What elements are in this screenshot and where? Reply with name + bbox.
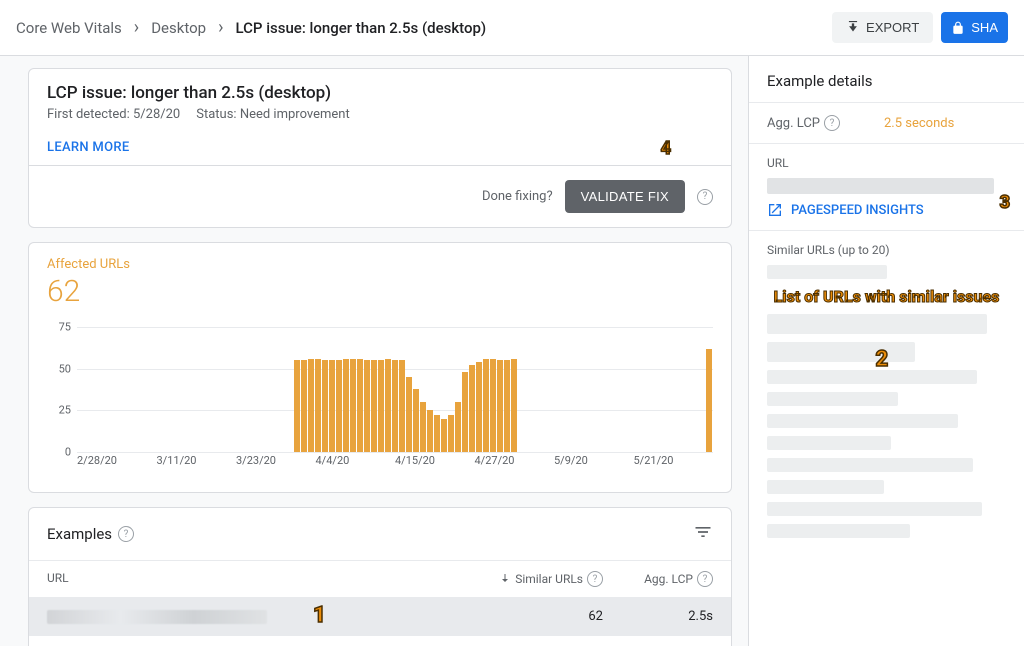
table-row[interactable]: 1 62 2.5s <box>29 597 731 636</box>
url-value-redacted <box>767 178 994 194</box>
url-cell-redacted <box>47 610 267 624</box>
main-content: LCP issue: longer than 2.5s (desktop) Fi… <box>0 56 748 646</box>
col-similar[interactable]: Similar URLs ? <box>473 571 603 587</box>
header-bar: Core Web Vitals › Desktop › LCP issue: l… <box>0 0 1024 56</box>
panel-title: Example details <box>749 56 1024 102</box>
list-item <box>767 414 958 428</box>
list-item <box>767 458 973 472</box>
share-label: SHA <box>971 20 998 35</box>
affected-label: Affected URLs <box>47 257 713 272</box>
list-item <box>767 524 910 538</box>
done-fixing-label: Done fixing? <box>482 189 553 204</box>
breadcrumb-root[interactable]: Core Web Vitals <box>16 19 122 37</box>
list-item <box>767 436 891 450</box>
help-icon[interactable]: ? <box>697 571 713 587</box>
col-url[interactable]: URL <box>47 571 473 587</box>
breadcrumb-level-desktop[interactable]: Desktop <box>151 19 206 37</box>
list-item <box>767 392 898 406</box>
help-icon[interactable]: ? <box>587 571 603 587</box>
help-icon[interactable]: ? <box>824 115 840 131</box>
sort-desc-icon <box>499 572 511 587</box>
chevron-right-icon: › <box>218 17 223 38</box>
list-item <box>767 480 884 494</box>
breadcrumb-current: LCP issue: longer than 2.5s (desktop) <box>235 19 486 37</box>
download-icon <box>846 21 860 35</box>
help-icon[interactable]: ? <box>118 526 134 542</box>
export-button[interactable]: EXPORT <box>832 12 933 43</box>
list-item <box>767 370 977 384</box>
col-agg-lcp[interactable]: Agg. LCP ? <box>603 571 713 587</box>
affected-count: 62 <box>47 274 713 309</box>
pagination: Rows per page: 10 1-1 of 1 ‹ › <box>29 636 731 646</box>
chevron-right-icon: › <box>134 17 139 38</box>
example-details-panel: Example details Agg. LCP ? 2.5 seconds U… <box>748 56 1024 646</box>
validate-fix-button[interactable]: VALIDATE FIX <box>565 180 685 213</box>
url-section-label: URL <box>767 156 1006 170</box>
status-text: Status: Need improvement <box>196 107 349 122</box>
breadcrumb: Core Web Vitals › Desktop › LCP issue: l… <box>16 17 486 38</box>
help-icon[interactable]: ? <box>697 189 713 205</box>
annotation-text: List of URLs with similar issues <box>767 287 1006 306</box>
affected-urls-chart: 0255075 2/28/203/11/203/23/204/4/204/15/… <box>47 327 713 482</box>
list-item <box>767 265 887 279</box>
agg-lcp-label: Agg. LCP ? <box>767 115 840 131</box>
agg-cell: 2.5s <box>603 609 713 624</box>
affected-urls-card: Affected URLs 62 0255075 2/28/203/11/203… <box>28 242 732 493</box>
learn-more-link[interactable]: LEARN MORE <box>47 140 129 155</box>
similar-urls-label: Similar URLs (up to 20) <box>767 243 1006 257</box>
examples-card: Examples ? URL Similar URLs ? Agg. LCP ? <box>28 507 732 646</box>
lock-icon <box>951 21 965 35</box>
export-label: EXPORT <box>866 20 919 35</box>
first-detected: First detected: 5/28/20 <box>47 107 180 122</box>
issue-card: LCP issue: longer than 2.5s (desktop) Fi… <box>28 68 732 228</box>
pagespeed-insights-link[interactable]: PAGESPEED INSIGHTS <box>767 202 1006 218</box>
share-button[interactable]: SHA <box>941 12 1008 43</box>
list-item <box>767 502 982 516</box>
agg-lcp-value: 2.5 seconds <box>884 116 954 131</box>
open-external-icon <box>767 202 783 218</box>
examples-title: Examples ? <box>47 525 134 543</box>
similar-cell: 62 <box>473 609 603 624</box>
issue-title: LCP issue: longer than 2.5s (desktop) <box>47 83 713 103</box>
list-item <box>767 342 915 362</box>
filter-icon[interactable] <box>693 522 713 546</box>
list-item <box>767 314 987 334</box>
